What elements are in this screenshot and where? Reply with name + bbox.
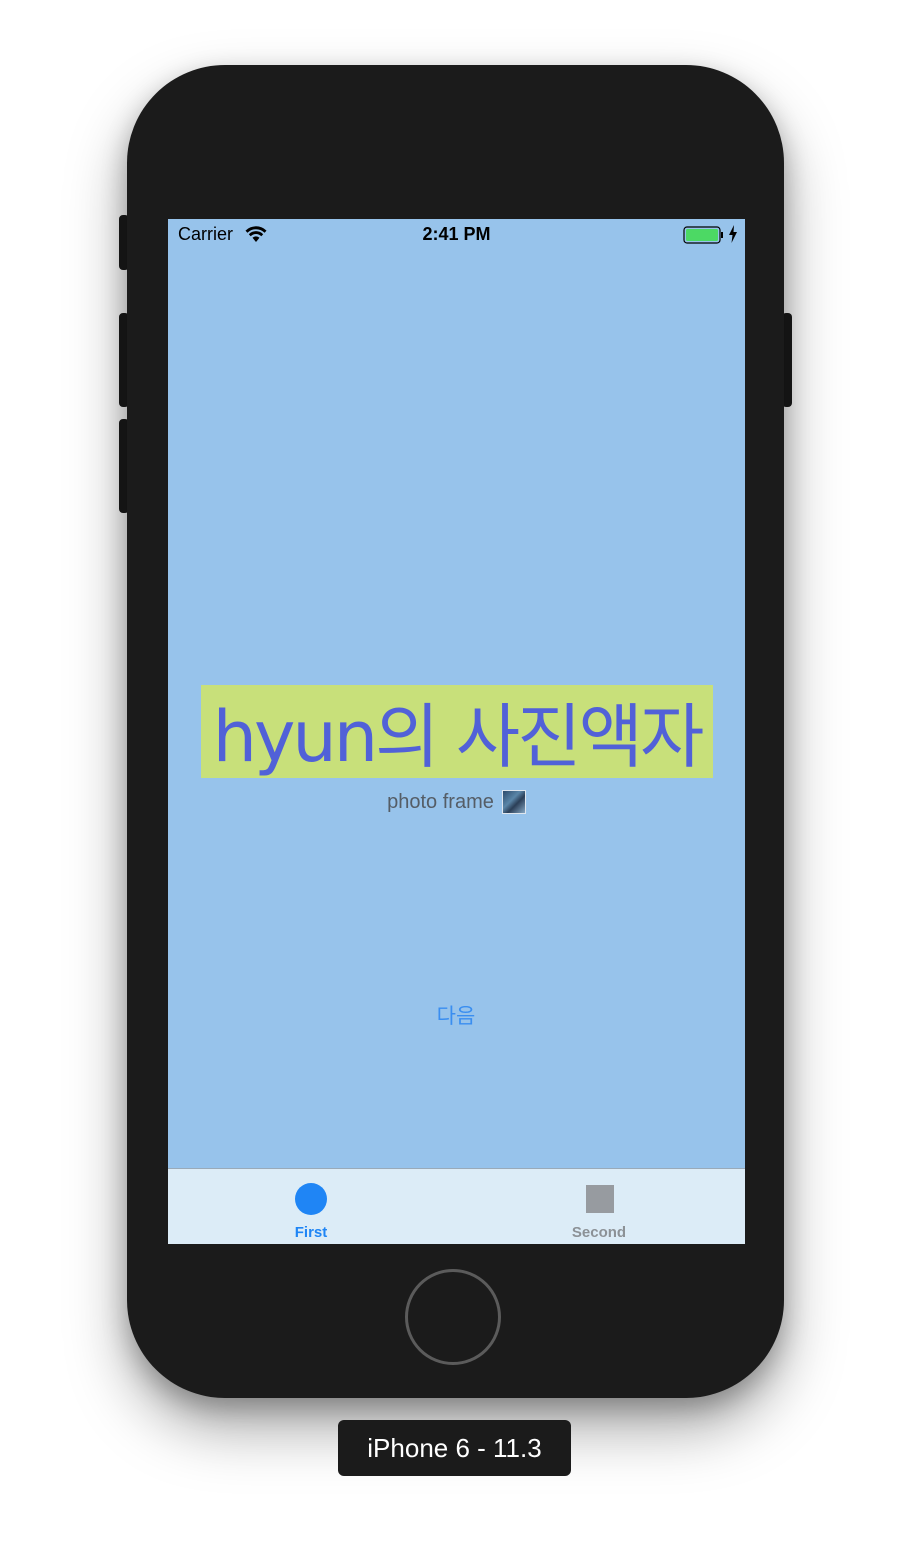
tab-second-label: Second [571, 1224, 627, 1241]
tab-first[interactable]: First [168, 1169, 456, 1244]
tab-bar: First Second [168, 1168, 745, 1244]
battery-icon [683, 226, 723, 244]
subtitle-label: photo frame [387, 790, 494, 813]
title-label-background: hyun의 사진액자 [201, 685, 713, 778]
page-title: hyun의 사진액자 [212, 696, 705, 778]
charging-bolt-icon [728, 225, 738, 248]
tab-second[interactable]: Second [456, 1169, 744, 1244]
device-name-badge: iPhone 6 - 11.3 [338, 1420, 571, 1476]
subtitle-row: photo frame [168, 790, 745, 814]
app-screen: Carrier 2:41 PM hyun의 사진액자 photo frame 다… [168, 219, 745, 1244]
status-bar: Carrier 2:41 PM [168, 219, 745, 251]
tab-first-label: First [294, 1224, 328, 1241]
square-icon [586, 1185, 614, 1213]
status-time: 2:41 PM [422, 224, 491, 244]
next-button[interactable]: 다음 [406, 997, 506, 1033]
circle-icon [295, 1183, 327, 1215]
simulator-stage: Carrier 2:41 PM hyun의 사진액자 photo frame 다… [0, 0, 912, 1560]
home-button[interactable] [405, 1269, 501, 1365]
photo-thumbnail-icon [501, 790, 526, 814]
